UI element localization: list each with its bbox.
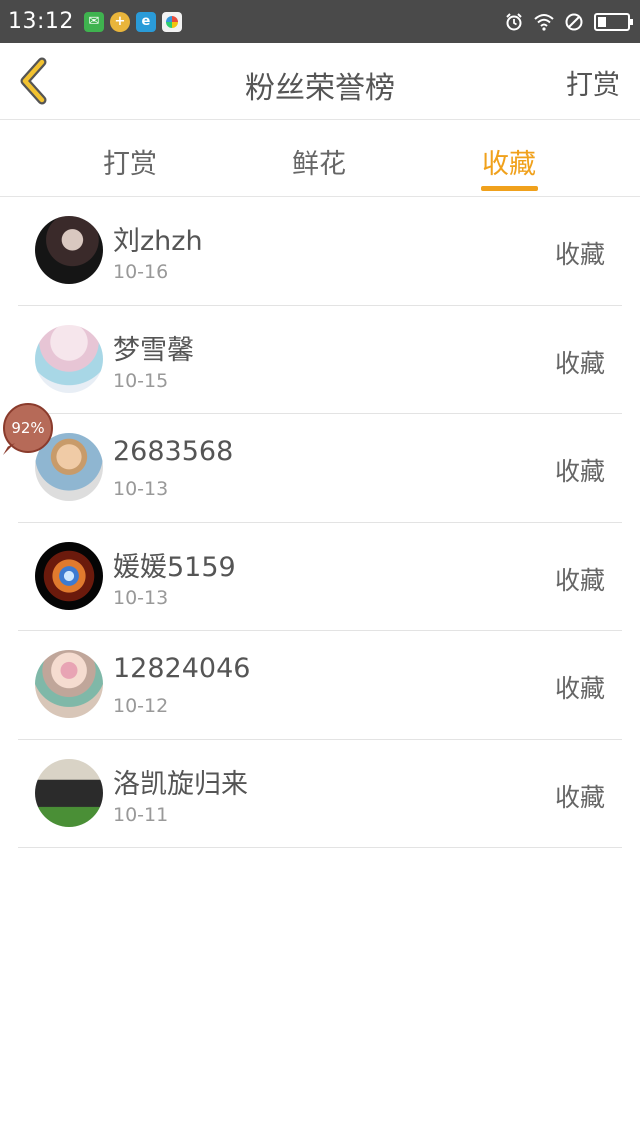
plus-app-icon: +: [109, 11, 130, 32]
back-chevron-icon[interactable]: [14, 57, 58, 105]
user-name: 刘zhzh: [113, 226, 203, 257]
wechat-icon: ✉: [83, 11, 104, 32]
list-item[interactable]: 刘zhzh 10-16 收藏: [18, 197, 622, 306]
user-name: 媛媛5159: [113, 551, 236, 583]
browser-e-icon: e: [135, 11, 156, 32]
reward-button[interactable]: 打赏: [566, 63, 620, 102]
user-name: 2683568: [113, 436, 234, 467]
status-app-icons: ✉ + e: [83, 11, 182, 32]
wifi-icon: [534, 13, 554, 31]
tab-flowers[interactable]: 鲜花: [292, 142, 346, 181]
alarm-icon: [506, 12, 522, 30]
tab-bar: 打赏 鲜花 收藏: [0, 120, 640, 197]
favorite-action[interactable]: 收藏: [555, 561, 605, 597]
battery-level-fill: [598, 16, 607, 27]
page-title: 粉丝荣誉榜: [245, 71, 395, 106]
floating-progress-badge[interactable]: 92%: [3, 403, 53, 453]
date-label: 10-16: [113, 261, 169, 283]
favorite-action[interactable]: 收藏: [555, 452, 605, 488]
favorite-action[interactable]: 收藏: [555, 778, 605, 814]
list-item[interactable]: 媛媛5159 10-13 收藏: [18, 523, 622, 631]
photos-icon: [161, 11, 182, 32]
active-tab-indicator: [481, 186, 538, 191]
status-time: 13:12: [8, 9, 74, 34]
favorite-action[interactable]: 收藏: [555, 235, 605, 271]
dnd-icon: [565, 13, 583, 30]
avatar: [35, 758, 103, 827]
date-label: 10-11: [113, 803, 169, 826]
user-name: 洛凯旋归来: [113, 768, 248, 800]
list-item[interactable]: 梦雪馨 10-15 收藏: [18, 306, 622, 414]
avatar: [35, 650, 103, 718]
tab-reward[interactable]: 打赏: [103, 142, 157, 181]
app-header: 粉丝荣誉榜 打赏: [0, 43, 640, 120]
list-item[interactable]: 12824046 10-12 收藏: [18, 631, 622, 740]
tab-favorites[interactable]: 收藏: [482, 142, 536, 181]
avatar: [35, 216, 103, 284]
date-label: 10-15: [113, 369, 169, 392]
favorite-action[interactable]: 收藏: [555, 669, 605, 705]
battery-icon: [594, 12, 633, 31]
user-name: 梦雪馨: [113, 334, 194, 366]
avatar: [35, 541, 103, 610]
date-label: 10-13: [113, 478, 169, 500]
favorite-action[interactable]: 收藏: [555, 344, 605, 380]
user-name: 12824046: [113, 653, 251, 684]
list-item[interactable]: 2683568 10-13 收藏: [18, 414, 622, 523]
date-label: 10-13: [113, 586, 169, 609]
avatar: [35, 324, 103, 393]
fan-list: 刘zhzh 10-16 收藏 梦雪馨 10-15 收藏 2683568 10-1…: [0, 197, 640, 848]
list-item[interactable]: 洛凯旋归来 10-11 收藏: [18, 740, 622, 848]
status-bar: 13:12 ✉ + e: [0, 0, 640, 43]
date-label: 10-12: [113, 695, 169, 717]
